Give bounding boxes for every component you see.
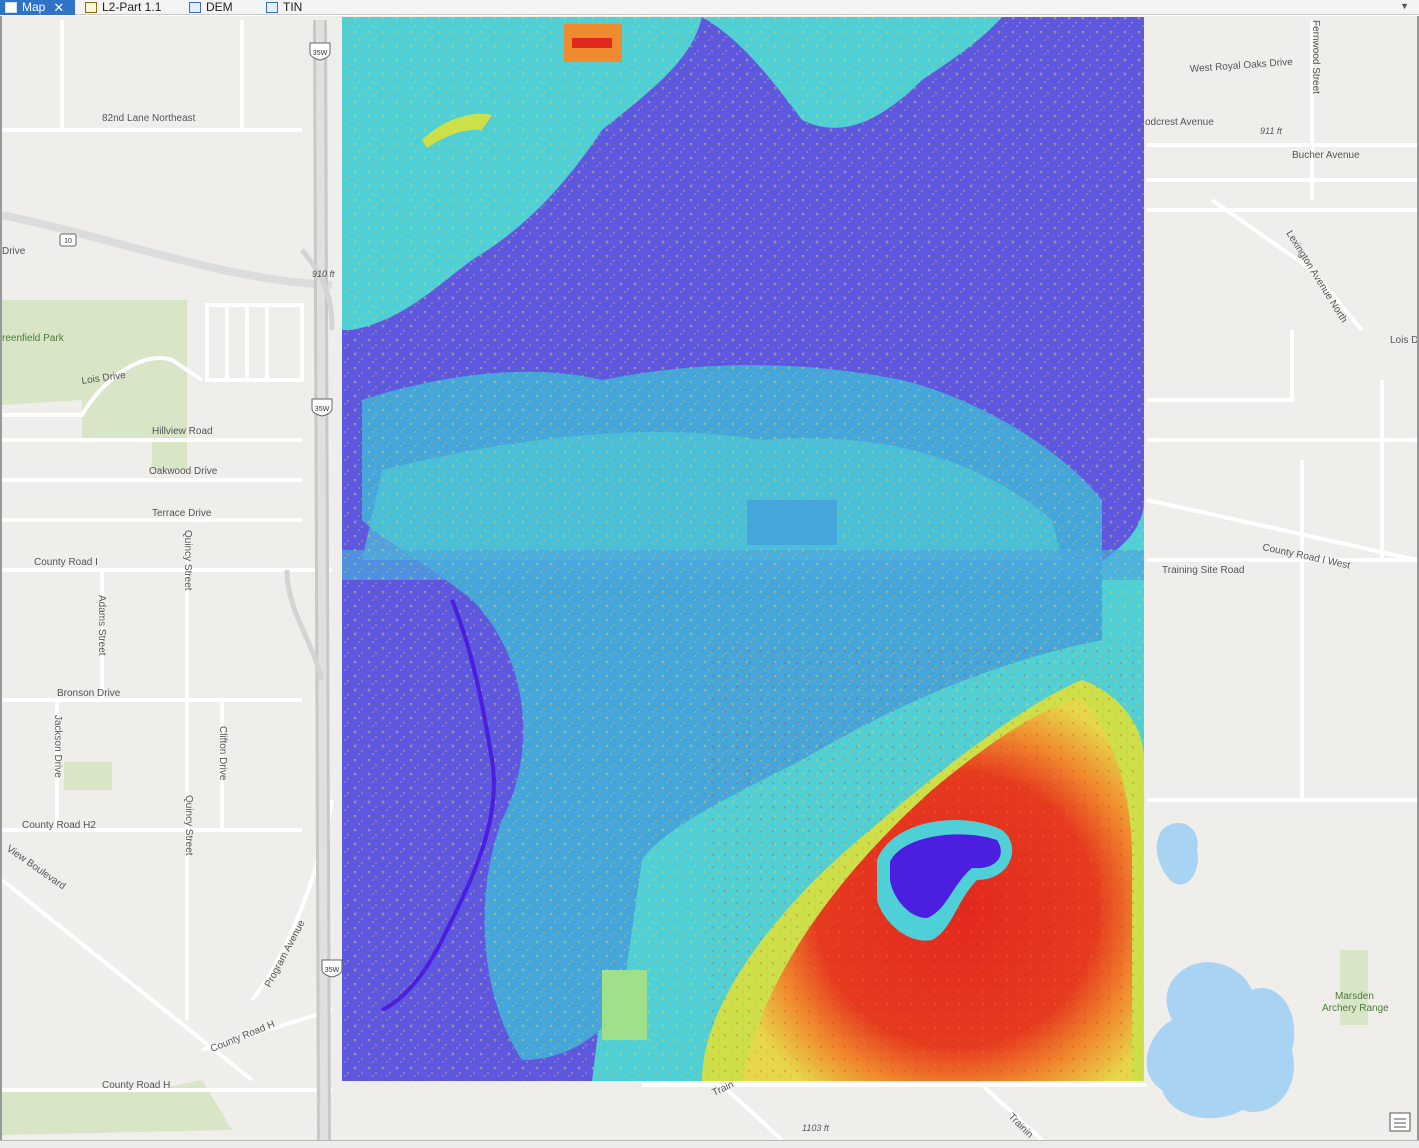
label-marsden: Marsden [1335,991,1374,1002]
label-terrace-drive: Terrace Drive [152,508,212,519]
label-bucher-avenue: Bucher Avenue [1292,150,1360,161]
map-canvas[interactable]: 82nd Lane Northeast Drive reenfield Park… [2,16,1417,1140]
label-hillview-road: Hillview Road [152,426,213,437]
label-fernwood-street: Fernwood Street [1310,20,1321,94]
tin-icon [266,2,278,13]
label-elevation-910: 910 ft [312,269,335,279]
tab-layout-label: L2-Part 1.1 [102,0,162,14]
close-icon[interactable]: ✕ [53,0,64,15]
chevron-down-icon[interactable]: ▼ [1400,1,1409,11]
shield-label: 10 [64,238,72,245]
dem-raster-layer [342,17,1144,1081]
label-training-site-road: Training Site Road [1162,565,1244,576]
i35w-shield-2: 35W [311,398,333,417]
label-quincy-street-1: Quincy Street [182,530,193,591]
tab-map[interactable]: Map ✕ [0,0,75,15]
label-lois-drive-east: Lois D [1390,335,1417,346]
label-archery-range: Archery Range [1322,1003,1389,1014]
view-tab-bar: Map ✕ L2-Part 1.1 DEM TIN ▼ [0,0,1419,15]
i35w-shield-1: 35W [309,42,331,61]
i35w-shield-3: 35W [321,959,343,978]
shield-label: 35W [325,967,340,974]
label-82nd-lane: 82nd Lane Northeast [102,113,196,124]
map-icon [5,2,17,13]
tab-dem-label: DEM [206,0,233,14]
label-adams-street: Adams Street [96,595,107,656]
label-elevation-911: 911 ft [1260,126,1282,136]
label-county-road-h2: County Road H2 [22,820,96,831]
label-bronson-drive: Bronson Drive [57,688,121,699]
label-county-road-h: County Road H [102,1080,170,1091]
label-clifton-drive: Clifton Drive [217,726,228,781]
label-county-road-i: County Road I [34,557,98,568]
label-woodcrest-avenue: odcrest Avenue [1145,117,1214,128]
tab-layout[interactable]: L2-Part 1.1 [80,0,161,15]
shield-label: 35W [313,50,328,57]
label-greenfield-park: reenfield Park [2,333,65,344]
label-jackson-drive: Jackson Drive [52,715,63,778]
shield-label: 35W [315,406,330,413]
raster-icon [189,2,201,13]
tab-dem[interactable]: DEM [184,0,233,15]
tab-map-label: Map [22,0,46,14]
label-elevation-1103: 1103 ft [802,1123,829,1133]
map-view[interactable]: 82nd Lane Northeast Drive reenfield Park… [0,16,1419,1140]
label-quincy-street-2: Quincy Street [183,795,194,856]
label-oakwood-drive: Oakwood Drive [149,466,218,477]
label-drive-west: Drive [2,246,26,257]
layout-icon [85,2,97,13]
table-of-contents-icon[interactable] [1389,1112,1411,1132]
park-area [64,762,112,790]
tab-tin-label: TIN [283,0,303,14]
tab-tin[interactable]: TIN [261,0,302,15]
us10-shield: 10 [59,233,77,247]
